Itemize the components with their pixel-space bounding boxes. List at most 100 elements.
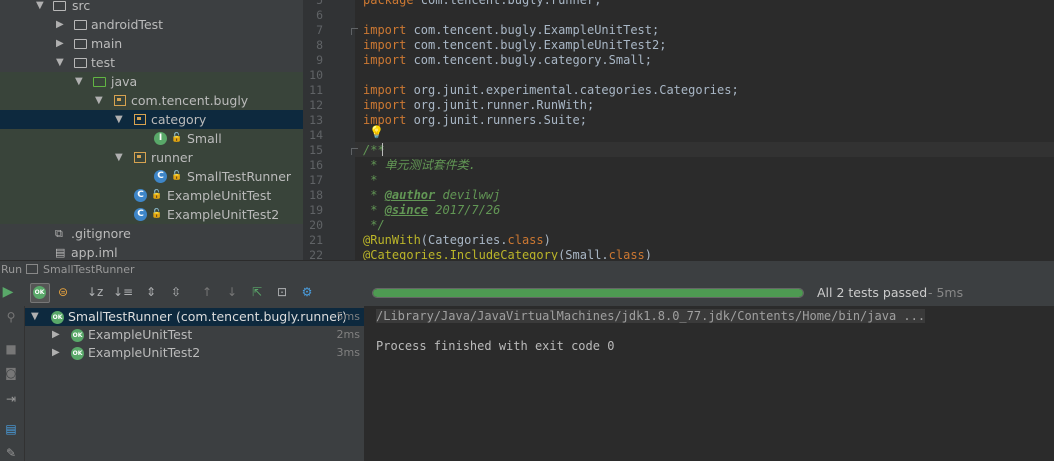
- tree-item-test[interactable]: ▼ test: [0, 53, 303, 72]
- stop-icon[interactable]: ■: [4, 342, 18, 356]
- tree-item-label: app.iml: [71, 245, 118, 260]
- code-token: @since: [384, 203, 429, 217]
- code-token: devilwwj: [435, 188, 501, 202]
- test-duration: 2ms: [336, 328, 360, 341]
- code-line[interactable]: * 单元测试套件类.: [363, 158, 476, 173]
- tree-item-app-iml[interactable]: ▤ app.iml: [0, 243, 303, 260]
- chevron-down-icon[interactable]: ▼: [75, 72, 83, 91]
- chevron-right-icon[interactable]: ▶: [56, 15, 64, 34]
- sort-duration-icon[interactable]: ↓≡: [113, 285, 133, 299]
- line-number: 14: [309, 128, 323, 142]
- test-row[interactable]: ▶ OK ExampleUnitTest 2ms: [25, 326, 364, 344]
- import-tests-icon[interactable]: ⊡: [275, 285, 289, 299]
- tree-item-exampleunittest[interactable]: C 🔓 ExampleUnitTest: [0, 186, 303, 205]
- chevron-down-icon[interactable]: ▼: [56, 53, 64, 72]
- code-token: com.tencent.bugly.runner;: [413, 0, 602, 7]
- passed-icon: OK: [51, 311, 64, 324]
- expand-all-icon[interactable]: ⇕: [144, 285, 158, 299]
- tree-item-exampleunittest2[interactable]: C 🔓 ExampleUnitTest2: [0, 205, 303, 224]
- passed-icon: OK: [71, 347, 84, 360]
- test-suite-row[interactable]: ▼ OK SmallTestRunner (com.tencent.bugly.…: [25, 308, 364, 326]
- console-command-line[interactable]: /Library/Java/JavaVirtualMachines/jdk1.8…: [376, 309, 926, 323]
- code-token: import: [363, 98, 407, 112]
- code-token: import: [363, 23, 407, 37]
- line-number: 11: [309, 83, 323, 97]
- tree-item-java[interactable]: ▼ java: [0, 72, 303, 91]
- chevron-right-icon[interactable]: ▶: [52, 344, 60, 362]
- layout-icon[interactable]: ▤: [4, 422, 18, 436]
- code-line[interactable]: import com.tencent.bugly.ExampleUnitTest…: [363, 23, 659, 38]
- run-config-icon: [26, 264, 38, 274]
- code-token: import: [363, 83, 407, 97]
- code-line[interactable]: * @since 2017/7/26: [363, 203, 500, 218]
- pin-icon[interactable]: ⚲: [4, 310, 18, 324]
- chevron-right-icon[interactable]: ▶: [52, 326, 60, 344]
- code-line[interactable]: import com.tencent.bugly.ExampleUnitTest…: [363, 38, 666, 53]
- collapse-all-icon[interactable]: ⇳: [169, 285, 183, 299]
- console-output[interactable]: [365, 306, 1054, 461]
- package-icon: [114, 95, 126, 106]
- export-results-icon[interactable]: ⇱: [250, 285, 264, 299]
- tree-item-label: category: [151, 112, 207, 127]
- passed-icon: OK: [33, 286, 46, 299]
- tree-item-src[interactable]: ▼ src: [0, 0, 303, 15]
- fold-marker-icon[interactable]: [351, 28, 358, 35]
- tree-item-main[interactable]: ▶ main: [0, 34, 303, 53]
- code-line[interactable]: import org.junit.runner.RunWith;: [363, 98, 594, 113]
- sort-alpha-icon[interactable]: ↓z: [87, 285, 103, 299]
- tree-item-label: SmallTestRunner: [187, 169, 292, 184]
- lightbulb-icon[interactable]: 💡: [369, 125, 384, 139]
- tree-item-androidtest[interactable]: ▶ androidTest: [0, 15, 303, 34]
- test-folder-icon: [93, 77, 106, 87]
- gear-icon[interactable]: ⚙: [300, 285, 314, 299]
- chevron-down-icon[interactable]: ▼: [36, 0, 44, 15]
- fold-marker-icon[interactable]: [351, 148, 358, 155]
- code-token: org.junit.experimental.categories.Catego…: [406, 83, 739, 97]
- code-line[interactable]: import org.junit.runners.Suite;: [363, 113, 587, 128]
- tree-item-category[interactable]: ▼ category: [0, 110, 303, 129]
- code-token: (Categories.: [420, 233, 508, 247]
- tree-item-gitignore[interactable]: ⧉ .gitignore: [0, 224, 303, 243]
- chevron-down-icon[interactable]: ▼: [95, 91, 103, 110]
- code-token: org.junit.runner.RunWith;: [406, 98, 595, 112]
- code-token: class: [507, 233, 544, 247]
- chevron-down-icon[interactable]: ▼: [115, 110, 123, 129]
- trash-icon[interactable]: ✎: [4, 446, 18, 460]
- code-token: * 单元测试套件类.: [363, 158, 476, 172]
- tree-item-package[interactable]: ▼ com.tencent.bugly: [0, 91, 303, 110]
- code-line[interactable]: import org.junit.experimental.categories…: [363, 83, 739, 98]
- tree-item-runner[interactable]: ▼ runner: [0, 148, 303, 167]
- code-line[interactable]: @RunWith(Categories.class): [363, 233, 551, 248]
- line-number: 10: [309, 68, 323, 82]
- code-line[interactable]: import com.tencent.bugly.category.Small;: [363, 53, 652, 68]
- test-label: ExampleUnitTest2: [88, 345, 201, 360]
- file-icon: ⧉: [55, 227, 63, 240]
- code-line[interactable]: *: [363, 173, 377, 188]
- chevron-down-icon[interactable]: ▼: [115, 148, 123, 167]
- line-number: 6: [316, 8, 323, 22]
- tree-item-small[interactable]: I 🔓 Small: [0, 129, 303, 148]
- code-line[interactable]: */: [363, 218, 384, 233]
- next-failed-icon[interactable]: ↓: [225, 285, 239, 299]
- code-token: package: [363, 0, 414, 7]
- tree-item-label: test: [91, 55, 116, 70]
- code-line[interactable]: * @author devilwwj: [363, 188, 500, 203]
- rerun-icon[interactable]: ▶: [1, 285, 15, 299]
- chevron-down-icon[interactable]: ▼: [31, 308, 39, 326]
- test-status-time: - 5ms: [928, 285, 964, 300]
- code-token: *: [363, 188, 385, 202]
- chevron-right-icon[interactable]: ▶: [56, 34, 64, 53]
- previous-failed-icon[interactable]: ↑: [200, 285, 214, 299]
- folder-icon: [74, 39, 87, 49]
- show-ignored-icon[interactable]: ⊜: [56, 285, 70, 299]
- test-row[interactable]: ▶ OK ExampleUnitTest2 3ms: [25, 344, 364, 362]
- exit-icon[interactable]: ⇥: [4, 392, 18, 406]
- camera-icon[interactable]: ◙: [4, 366, 18, 380]
- code-line[interactable]: package com.tencent.bugly.runner;: [363, 0, 601, 8]
- tree-item-label: main: [91, 36, 123, 51]
- show-passed-toggle[interactable]: OK: [30, 283, 50, 303]
- tree-item-label: ExampleUnitTest: [167, 188, 272, 203]
- code-token: import: [363, 38, 407, 52]
- class-icon: C: [134, 189, 147, 202]
- tree-item-smalltestrunner[interactable]: C 🔓 SmallTestRunner: [0, 167, 303, 186]
